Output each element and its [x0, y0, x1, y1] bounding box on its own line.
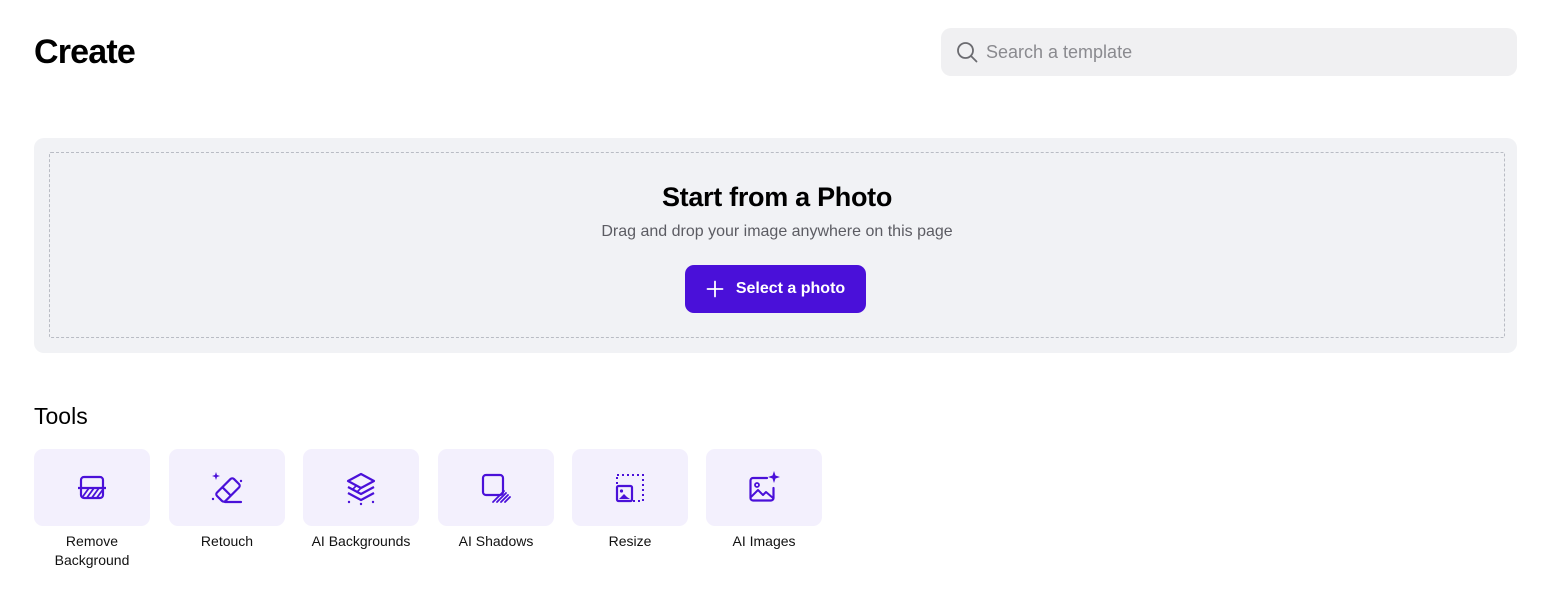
upload-title: Start from a Photo — [661, 182, 893, 212]
tool-remove-background[interactable]: Remove Background — [34, 449, 150, 570]
search-bar[interactable] — [941, 28, 1517, 76]
search-input[interactable] — [986, 32, 1486, 72]
tool-label: AI Images — [732, 533, 796, 549]
tool-label: Remove Background — [54, 533, 130, 568]
tool-tile[interactable] — [34, 449, 150, 526]
upload-subtitle: Drag and drop your image anywhere on thi… — [601, 223, 953, 240]
tools-heading: Tools — [34, 403, 88, 429]
select-photo-label: Select a photo — [735, 280, 846, 297]
tool-retouch[interactable]: Retouch — [169, 449, 285, 551]
tool-label: Retouch — [200, 533, 254, 549]
tool-resize[interactable]: Resize — [572, 449, 688, 551]
tool-label: Resize — [608, 533, 652, 549]
image-sparkle-icon — [749, 470, 780, 502]
plus-icon — [706, 280, 724, 298]
tool-label: AI Shadows — [458, 533, 534, 549]
remove-background-icon — [78, 475, 106, 499]
tool-tile[interactable] — [169, 449, 285, 526]
page-title: Create — [34, 33, 136, 71]
tool-ai-backgrounds[interactable]: AI Backgrounds — [303, 449, 419, 551]
tool-label: AI Backgrounds — [311, 533, 411, 549]
select-photo-button[interactable]: Select a photo — [685, 265, 866, 313]
tool-tile[interactable] — [438, 449, 554, 526]
search-icon — [956, 41, 978, 63]
drop-zone[interactable]: Start from a Photo Drag and drop your im… — [49, 152, 1505, 338]
tool-tile[interactable] — [572, 449, 688, 526]
tool-tile[interactable] — [303, 449, 419, 526]
upload-panel[interactable]: Start from a Photo Drag and drop your im… — [34, 138, 1517, 353]
tool-tile[interactable] — [706, 449, 822, 526]
tool-ai-images[interactable]: AI Images — [706, 449, 822, 551]
resize-icon — [615, 473, 644, 502]
shadow-square-icon — [481, 473, 511, 503]
create-page: Create Start from a Photo Drag and drop … — [0, 0, 1550, 597]
tool-ai-shadows[interactable]: AI Shadows — [438, 449, 554, 551]
eraser-icon — [211, 471, 243, 503]
layers-sparkle-icon — [346, 472, 376, 505]
